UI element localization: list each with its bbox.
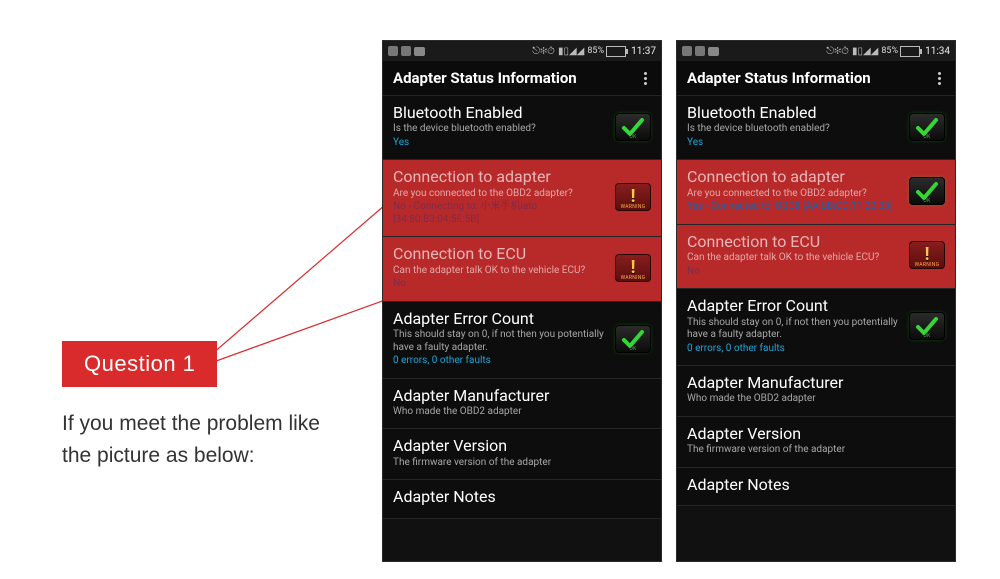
- status-ok-icon: OK: [615, 325, 651, 353]
- status-row[interactable]: Connection to adapter Are you connected …: [677, 160, 955, 224]
- row-subtitle: Are you connected to the OBD2 adapter?: [687, 188, 901, 201]
- app-titlebar: Adapter Status Information: [383, 61, 661, 96]
- status-row[interactable]: Bluetooth Enabled Is the device bluetoot…: [677, 96, 955, 160]
- notif-icon: [682, 46, 692, 56]
- app-title: Adapter Status Information: [687, 69, 871, 87]
- signal-icon: ▮▯◢◢: [558, 46, 584, 57]
- row-subtitle: Who made the OBD2 adapter: [393, 406, 651, 419]
- status-row[interactable]: Adapter Notes: [677, 468, 955, 506]
- row-detail: Yes - Connected to: OBDII [AA:BB:CC:11:2…: [687, 201, 901, 214]
- battery-indicator: 85%: [587, 46, 626, 57]
- row-title: Adapter Error Count: [687, 297, 901, 315]
- android-statusbar: ⎋✻⏱ ▮▯◢◢ 85% 11:34: [677, 41, 955, 61]
- status-row[interactable]: Adapter Notes: [383, 480, 661, 518]
- row-title: Adapter Notes: [393, 488, 651, 506]
- status-warning-icon: !WARNING: [615, 254, 651, 282]
- row-detail: Yes: [687, 137, 901, 150]
- battery-indicator: 85%: [881, 46, 920, 57]
- status-list[interactable]: Bluetooth Enabled Is the device bluetoot…: [383, 96, 661, 519]
- row-subtitle: The firmware version of the adapter: [687, 444, 945, 457]
- bluetooth-icon: ⎋✻⏱: [532, 46, 555, 57]
- notif-icon: [695, 46, 705, 56]
- status-row[interactable]: Adapter Version The firmware version of …: [677, 417, 955, 468]
- chat-icon: [708, 47, 719, 56]
- row-title: Adapter Version: [393, 437, 651, 455]
- clock: 11:37: [631, 46, 656, 57]
- row-detail: Yes: [393, 137, 607, 150]
- overflow-menu-icon[interactable]: [640, 68, 651, 89]
- row-subtitle: Is the device bluetooth enabled?: [687, 123, 901, 136]
- status-row[interactable]: Bluetooth Enabled Is the device bluetoot…: [383, 96, 661, 160]
- status-row[interactable]: Adapter Error Count This should stay on …: [677, 289, 955, 366]
- row-detail: No - Connecting to: 小米手机iato[34:80:B3:04…: [393, 201, 607, 226]
- row-title: Adapter Manufacturer: [393, 387, 651, 405]
- status-ok-icon: OK: [909, 177, 945, 205]
- status-row[interactable]: Adapter Error Count This should stay on …: [383, 302, 661, 379]
- row-subtitle: Who made the OBD2 adapter: [687, 393, 945, 406]
- row-subtitle: Can the adapter talk OK to the vehicle E…: [393, 265, 607, 278]
- notif-icon: [388, 46, 398, 56]
- status-row[interactable]: Connection to ECU Can the adapter talk O…: [677, 225, 955, 289]
- row-title: Bluetooth Enabled: [687, 104, 901, 122]
- pointer-lines: [205, 55, 395, 385]
- status-row[interactable]: Connection to ECU Can the adapter talk O…: [383, 237, 661, 301]
- row-title: Bluetooth Enabled: [393, 104, 607, 122]
- signal-icon: ▮▯◢◢: [852, 46, 878, 57]
- row-detail: 0 errors, 0 other faults: [687, 343, 901, 356]
- left-pane: Question 1 If you meet the prob­lem like…: [0, 0, 365, 579]
- status-ok-icon: OK: [909, 312, 945, 340]
- app-titlebar: Adapter Status Information: [677, 61, 955, 96]
- row-detail: No: [687, 266, 901, 279]
- row-title: Adapter Error Count: [393, 310, 607, 328]
- phone-screenshot-right: ⎋✻⏱ ▮▯◢◢ 85% 11:34 Adapter Status Inform…: [676, 40, 956, 562]
- chat-icon: [414, 47, 425, 56]
- row-detail: 0 errors, 0 other faults: [393, 355, 607, 368]
- status-row[interactable]: Adapter Version The firmware version of …: [383, 429, 661, 480]
- overflow-menu-icon[interactable]: [934, 68, 945, 89]
- notif-icon: [401, 46, 411, 56]
- status-warning-icon: !WARNING: [615, 183, 651, 211]
- row-title: Adapter Notes: [687, 476, 945, 494]
- status-list[interactable]: Bluetooth Enabled Is the device bluetoot…: [677, 96, 955, 506]
- status-warning-icon: !WARNING: [909, 241, 945, 269]
- row-subtitle: This should stay on 0, if not then you p…: [687, 317, 901, 342]
- row-subtitle: Is the device bluetooth enabled?: [393, 123, 607, 136]
- phone-screenshot-left: ⎋✻⏱ ▮▯◢◢ 85% 11:37 Adapter Status Inform…: [382, 40, 662, 562]
- app-title: Adapter Status Information: [393, 69, 577, 87]
- row-title: Connection to adapter: [687, 168, 901, 186]
- row-subtitle: This should stay on 0, if not then you p…: [393, 329, 607, 354]
- status-row[interactable]: Adapter Manufacturer Who made the OBD2 a…: [677, 366, 955, 417]
- row-subtitle: Are you connected to the OBD2 adapter?: [393, 188, 607, 201]
- clock: 11:34: [925, 46, 950, 57]
- row-detail: No: [393, 278, 607, 291]
- question-body: If you meet the prob­lem like the pictur…: [62, 408, 322, 471]
- row-subtitle: Can the adapter talk OK to the vehicle E…: [687, 252, 901, 265]
- row-title: Adapter Version: [687, 425, 945, 443]
- row-title: Connection to ECU: [393, 245, 607, 263]
- status-ok-icon: OK: [909, 113, 945, 141]
- android-statusbar: ⎋✻⏱ ▮▯◢◢ 85% 11:37: [383, 41, 661, 61]
- row-title: Connection to ECU: [687, 233, 901, 251]
- row-title: Adapter Manufacturer: [687, 374, 945, 392]
- row-title: Connection to adapter: [393, 168, 607, 186]
- bluetooth-icon: ⎋✻⏱: [826, 46, 849, 57]
- status-row[interactable]: Adapter Manufacturer Who made the OBD2 a…: [383, 379, 661, 430]
- row-subtitle: The firmware version of the adapter: [393, 457, 651, 470]
- status-ok-icon: OK: [615, 113, 651, 141]
- question-badge: Question 1: [62, 341, 217, 387]
- status-row[interactable]: Connection to adapter Are you connected …: [383, 160, 661, 237]
